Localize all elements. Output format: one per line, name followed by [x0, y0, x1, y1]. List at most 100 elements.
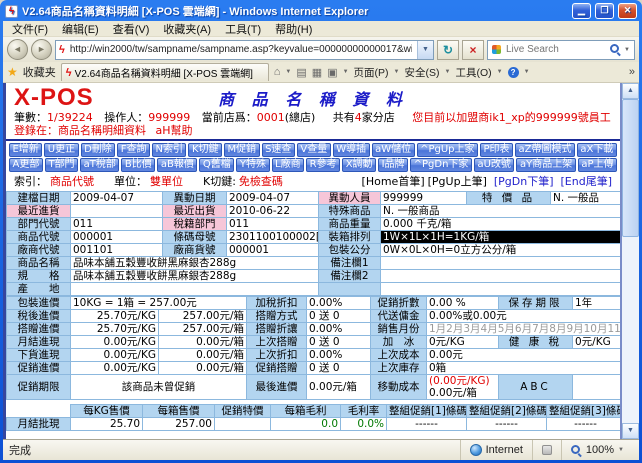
scroll-down-icon[interactable]: ▼	[622, 423, 639, 439]
btn-download[interactable]: aX下載	[577, 143, 617, 157]
btn-dept[interactable]: T部門	[45, 158, 78, 172]
active-tab[interactable]: ϟ V2.64商品名稱資料明細 [X-POS 雲端網]	[61, 63, 269, 81]
menu-tools[interactable]: 工具(T)	[218, 20, 268, 38]
btn-image-mode[interactable]: aZ帶圖模式	[515, 143, 575, 157]
gift-allowance-value: 0.00%	[307, 323, 371, 336]
menu-edit[interactable]: 编辑(E)	[55, 20, 106, 38]
help-dropdown-icon[interactable]: ▼	[524, 69, 530, 75]
vertical-scrollbar[interactable]: ▲ ▼	[622, 83, 639, 439]
btn-pgup-vendor[interactable]: ^PgUp上家	[417, 143, 478, 157]
read-mail-icon[interactable]: ▦	[312, 66, 322, 79]
address-field[interactable]: ϟ ▼	[55, 40, 434, 60]
btn-quote[interactable]: aB報價	[157, 158, 197, 172]
nav-home-link[interactable]: [Home首筆]	[362, 173, 425, 189]
btn-pgdn-vendor[interactable]: ^PgDn下家	[410, 158, 472, 172]
abc-button[interactable]: ABC	[499, 375, 573, 400]
menu-file[interactable]: 文件(F)	[5, 20, 55, 38]
promo-buy-price-box: 0.00元/箱	[159, 362, 247, 375]
last-cost-label: 上次成本	[371, 349, 427, 362]
scrollbar-thumb[interactable]	[622, 99, 639, 237]
zoom-dropdown-icon[interactable]: ▼	[618, 447, 624, 453]
btn-print[interactable]: P印表	[480, 143, 513, 157]
btn-shelf[interactable]: aY商品上架	[516, 158, 575, 172]
menu-view[interactable]: 查看(V)	[106, 20, 157, 38]
btn-old-file[interactable]: Q舊檔	[199, 158, 234, 172]
nav-end-link[interactable]: [End尾筆]	[561, 173, 613, 189]
final-price-value: 0.00元/箱	[307, 375, 371, 400]
help-icon[interactable]: ?	[508, 67, 519, 78]
spec-label: 規 格	[7, 270, 71, 283]
address-input[interactable]	[68, 43, 414, 56]
address-dropdown-icon[interactable]: ▼	[417, 41, 433, 59]
nav-pgup-link[interactable]: [PgUp上筆]	[428, 173, 487, 189]
page-menu[interactable]: 页面(P)	[354, 65, 389, 80]
btn-vendor[interactable]: L廠商	[272, 158, 305, 172]
packing-value-selected[interactable]: 1W×1L×1H=1KG/箱	[381, 231, 623, 244]
product-code-label: 商品代號	[7, 231, 71, 244]
health-tax-button[interactable]: 健 康 稅	[499, 336, 573, 349]
btn-special[interactable]: Y特殊	[236, 158, 269, 172]
print-icon[interactable]: ▣	[327, 66, 337, 79]
search-box[interactable]: ▼	[487, 40, 635, 60]
btn-change-code[interactable]: aU改號	[474, 158, 515, 172]
price-row-period: 促銷期限 該商品未曾促銷 最後進價 0.00元/箱 移動成本 (0.00元/KG…	[7, 375, 623, 400]
btn-change-dept[interactable]: A更部	[9, 158, 43, 172]
menu-help[interactable]: 帮助(H)	[268, 20, 319, 38]
scroll-up-icon[interactable]: ▲	[622, 83, 639, 99]
forward-button[interactable]: ►	[31, 39, 52, 60]
favorites-button[interactable]: 收藏夹	[23, 64, 56, 80]
btn-check-qty[interactable]: V查量	[297, 143, 331, 157]
btn-quick-find[interactable]: S速查	[262, 143, 295, 157]
btn-promo[interactable]: M促銷	[224, 143, 260, 157]
help-link[interactable]: aH幫助	[156, 124, 193, 137]
home-dropdown-icon[interactable]: ▼	[285, 69, 291, 75]
promo-period-label: 促銷期限	[7, 375, 71, 400]
back-button[interactable]: ◄	[7, 39, 28, 60]
operator-label: 操作人：	[104, 111, 148, 124]
print-dropdown-icon[interactable]: ▼	[343, 69, 349, 75]
nav-pgdn-link[interactable]: [PgDn下筆]	[494, 173, 554, 189]
zoom-segment[interactable]: 100% ▼	[561, 440, 633, 460]
refresh-button[interactable]: ↻	[437, 40, 459, 60]
package-price-label: 包裝進價	[7, 297, 71, 310]
btn-edit[interactable]: U更正	[44, 143, 78, 157]
shelf-life-button[interactable]: 保存期限	[499, 297, 573, 310]
safety-menu[interactable]: 安全(S)	[405, 65, 440, 80]
btn-import[interactable]: W導插	[333, 143, 370, 157]
btn-compare[interactable]: B比價	[121, 158, 155, 172]
branches-count: 4	[355, 111, 362, 124]
page-menu-dropdown-icon[interactable]: ▼	[394, 69, 400, 75]
btn-add[interactable]: E增新	[9, 143, 42, 157]
final-price-label: 最後進價	[247, 375, 307, 400]
btn-reference[interactable]: R參考	[306, 158, 340, 172]
box-sell-price: 257.00	[143, 418, 215, 431]
tools-menu-dropdown-icon[interactable]: ▼	[497, 69, 503, 75]
tools-menu[interactable]: 工具(O)	[455, 65, 491, 80]
search-dropdown-icon[interactable]: ▼	[624, 47, 630, 53]
search-input[interactable]	[504, 43, 607, 56]
protected-mode-segment[interactable]	[532, 440, 561, 460]
menu-favorites[interactable]: 收藏夹(A)	[156, 20, 218, 38]
btn-switch-key[interactable]: K切鍵	[188, 143, 222, 157]
search-magnifier-icon[interactable]	[610, 44, 621, 55]
home-icon[interactable]: ⌂	[274, 66, 281, 78]
close-button[interactable]: ✕	[618, 3, 637, 19]
btn-storage[interactable]: aW儲位	[372, 143, 415, 157]
btn-query[interactable]: F查詢	[117, 143, 150, 157]
internet-globe-icon	[470, 444, 482, 456]
minimize-button[interactable]: ▁	[572, 3, 591, 19]
toolbar-overflow-chevron[interactable]: »	[629, 66, 635, 78]
btn-upload[interactable]: aP上傳	[578, 158, 617, 172]
btn-delete[interactable]: D刪除	[81, 143, 116, 157]
btn-transfer[interactable]: X調動	[342, 158, 376, 172]
safety-menu-dropdown-icon[interactable]: ▼	[445, 69, 451, 75]
maximize-button[interactable]: ❐	[595, 3, 614, 19]
btn-index[interactable]: N索引	[152, 143, 186, 157]
special-price-button[interactable]: 特 價 品	[467, 192, 551, 205]
feeds-icon[interactable]: ▤	[296, 66, 306, 79]
favorites-star-icon[interactable]: ★	[7, 65, 18, 79]
btn-tax-dept[interactable]: aT稅部	[80, 158, 119, 172]
promo-discount-value: 0.00 %	[427, 297, 499, 310]
stop-button[interactable]: ×	[462, 40, 484, 60]
btn-brand[interactable]: I品牌	[378, 158, 408, 172]
